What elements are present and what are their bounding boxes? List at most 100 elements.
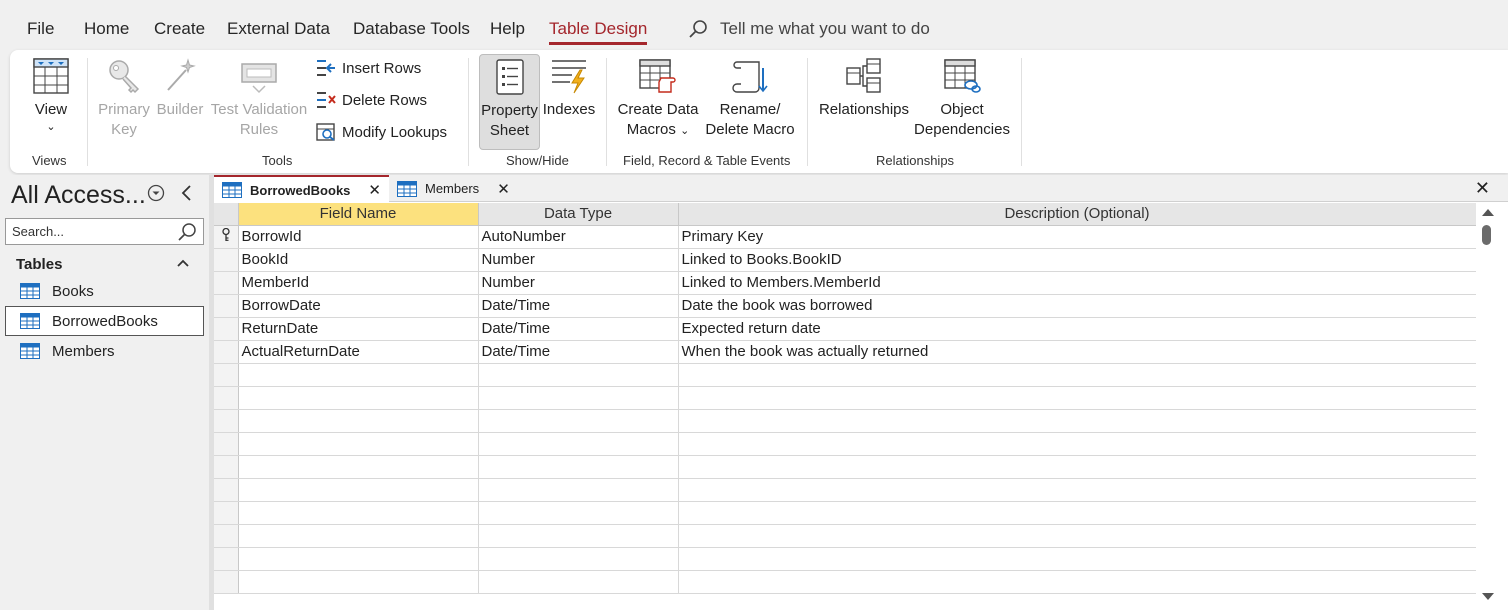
nav-group-header[interactable]: Tables <box>16 256 62 273</box>
tell-me-search[interactable]: Tell me what you want to do <box>688 17 930 41</box>
primary-key-button[interactable]: Primary Key <box>96 58 152 140</box>
row-selector[interactable] <box>214 294 239 318</box>
row-selector[interactable] <box>214 547 239 571</box>
row-selector[interactable] <box>214 386 239 410</box>
row-selector[interactable] <box>214 570 239 594</box>
table-row[interactable]: BorrowDate Date/Time Date the book was bor… <box>214 294 1476 318</box>
data-type-cell[interactable]: AutoNumber <box>478 225 679 249</box>
empty-row[interactable] <box>214 432 1476 456</box>
empty-cell[interactable] <box>678 478 1476 502</box>
builder-button[interactable]: Builder <box>154 58 206 120</box>
field-name-cell[interactable]: ActualReturnDate <box>238 340 479 364</box>
vertical-scrollbar[interactable] <box>1479 203 1496 610</box>
empty-cell[interactable] <box>478 432 679 456</box>
object-dependencies-button[interactable]: Object Dependencies <box>912 58 1012 140</box>
empty-row[interactable] <box>214 547 1476 571</box>
table-row[interactable]: BorrowId AutoNumber Primary Key <box>214 225 1476 249</box>
table-row[interactable]: BookId Number Linked to Books.BookID <box>214 248 1476 272</box>
empty-cell[interactable] <box>238 501 479 525</box>
empty-cell[interactable] <box>678 455 1476 479</box>
description-cell[interactable]: When the book was actually returned <box>678 340 1476 364</box>
tab-home[interactable]: Home <box>84 19 129 39</box>
row-selector[interactable] <box>214 432 239 456</box>
description-cell[interactable]: Linked to Books.BookID <box>678 248 1476 272</box>
select-all-corner[interactable] <box>214 203 239 226</box>
empty-cell[interactable] <box>238 386 479 410</box>
row-selector[interactable] <box>214 317 239 341</box>
empty-cell[interactable] <box>478 455 679 479</box>
collapse-group-button[interactable] <box>176 256 190 274</box>
data-type-cell[interactable]: Date/Time <box>478 340 679 364</box>
nav-item-members[interactable]: Members <box>5 336 204 366</box>
tab-external-data[interactable]: External Data <box>227 19 330 39</box>
empty-cell[interactable] <box>478 386 679 410</box>
tab-table-design[interactable]: Table Design <box>549 19 648 45</box>
empty-cell[interactable] <box>478 363 679 387</box>
row-selector[interactable] <box>214 248 239 272</box>
description-cell[interactable]: Primary Key <box>678 225 1476 249</box>
description-cell[interactable]: Linked to Members.MemberId <box>678 271 1476 295</box>
column-header-field-name[interactable]: Field Name <box>238 203 479 226</box>
empty-cell[interactable] <box>478 409 679 433</box>
row-selector[interactable] <box>214 340 239 364</box>
column-header-description[interactable]: Description (Optional) <box>678 203 1476 226</box>
nav-menu-dropdown[interactable] <box>147 184 165 207</box>
empty-cell[interactable] <box>238 478 479 502</box>
field-name-cell[interactable]: ReturnDate <box>238 317 479 341</box>
empty-cell[interactable] <box>678 524 1476 548</box>
rename-delete-macro-button[interactable]: Rename/ Delete Macro <box>702 58 798 140</box>
empty-cell[interactable] <box>238 455 479 479</box>
empty-row[interactable] <box>214 409 1476 433</box>
table-row[interactable]: ReturnDate Date/Time Expected return date <box>214 317 1476 341</box>
nav-pane-title[interactable]: All Access... <box>11 181 146 210</box>
scroll-thumb[interactable] <box>1482 225 1491 245</box>
row-selector[interactable] <box>214 409 239 433</box>
empty-cell[interactable] <box>238 363 479 387</box>
close-document-icon[interactable]: ✕ <box>1475 178 1490 199</box>
insert-rows-button[interactable]: Insert Rows <box>316 59 421 77</box>
row-selector[interactable] <box>214 501 239 525</box>
view-button[interactable]: View ⌄ <box>22 58 80 134</box>
empty-cell[interactable] <box>678 432 1476 456</box>
empty-row[interactable] <box>214 501 1476 525</box>
row-selector[interactable] <box>214 363 239 387</box>
empty-cell[interactable] <box>678 409 1476 433</box>
empty-row[interactable] <box>214 524 1476 548</box>
property-sheet-button[interactable]: Property Sheet <box>479 54 540 150</box>
empty-cell[interactable] <box>678 501 1476 525</box>
empty-cell[interactable] <box>678 386 1476 410</box>
delete-rows-button[interactable]: Delete Rows <box>316 91 427 109</box>
row-selector[interactable] <box>214 225 239 249</box>
row-selector[interactable] <box>214 455 239 479</box>
row-selector[interactable] <box>214 478 239 502</box>
empty-cell[interactable] <box>478 570 679 594</box>
empty-cell[interactable] <box>478 478 679 502</box>
doc-tab-borrowedbooks[interactable]: BorrowedBooks ✕ <box>214 175 389 203</box>
field-name-cell[interactable]: MemberId <box>238 271 479 295</box>
empty-cell[interactable] <box>478 501 679 525</box>
empty-row[interactable] <box>214 386 1476 410</box>
data-type-cell[interactable]: Date/Time <box>478 317 679 341</box>
modify-lookups-button[interactable]: Modify Lookups <box>316 123 447 141</box>
empty-cell[interactable] <box>238 524 479 548</box>
empty-row[interactable] <box>214 455 1476 479</box>
nav-item-books[interactable]: Books <box>5 276 204 306</box>
column-header-data-type[interactable]: Data Type <box>478 203 679 226</box>
tab-file[interactable]: File <box>27 19 54 39</box>
field-name-cell[interactable]: BookId <box>238 248 479 272</box>
table-row[interactable]: MemberId Number Linked to Members.MemberId <box>214 271 1476 295</box>
row-selector[interactable] <box>214 524 239 548</box>
description-cell[interactable]: Expected return date <box>678 317 1476 341</box>
close-tab-icon[interactable]: ✕ <box>368 181 381 199</box>
tab-help[interactable]: Help <box>490 19 525 39</box>
empty-cell[interactable] <box>238 409 479 433</box>
scroll-up-arrow-icon[interactable] <box>1482 209 1494 216</box>
doc-tab-members[interactable]: Members ✕ <box>389 175 519 202</box>
empty-cell[interactable] <box>678 570 1476 594</box>
data-type-cell[interactable]: Date/Time <box>478 294 679 318</box>
tab-create[interactable]: Create <box>154 19 205 39</box>
field-name-cell[interactable]: BorrowId <box>238 225 479 249</box>
relationships-button[interactable]: Relationships <box>816 58 912 120</box>
empty-cell[interactable] <box>678 547 1476 571</box>
scroll-down-arrow-icon[interactable] <box>1482 593 1494 600</box>
